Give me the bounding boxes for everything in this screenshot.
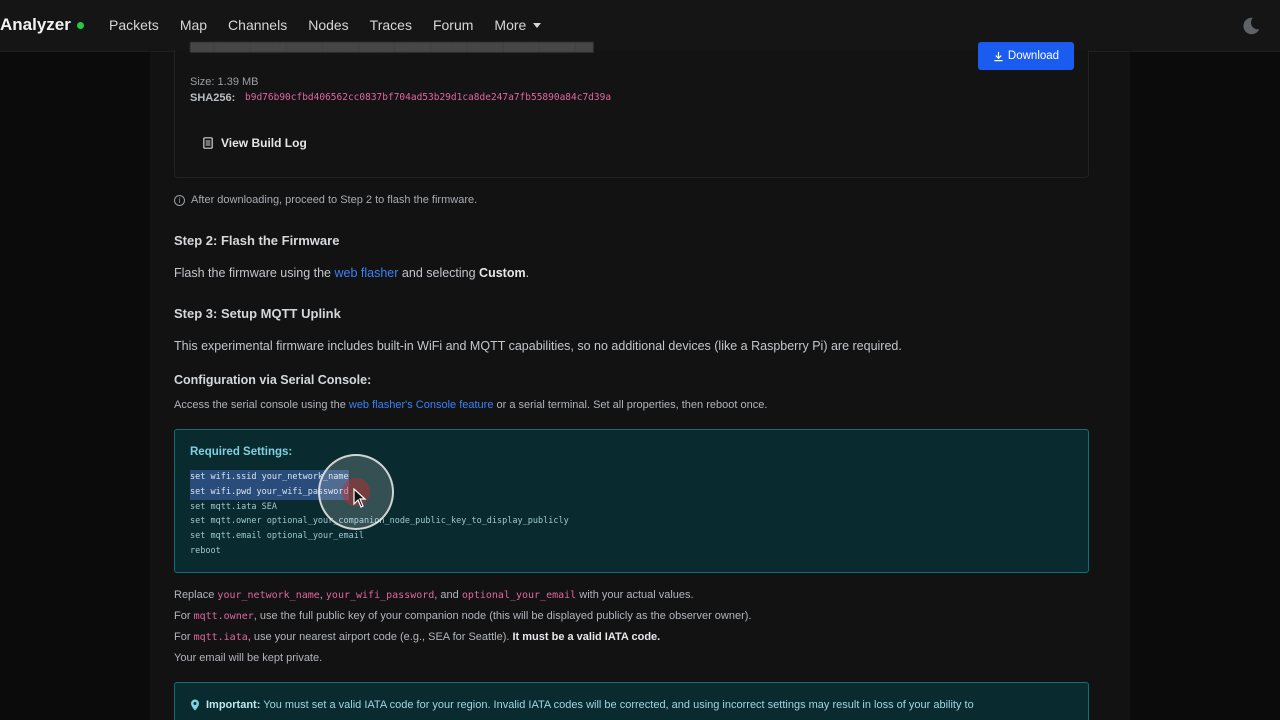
brand-name[interactable]: Analyzer [0, 15, 71, 35]
note-text: , use the full public key of your compan… [253, 610, 752, 622]
moon-icon[interactable] [1240, 15, 1262, 37]
code-line[interactable]: set mqtt.email optional_your_email [190, 529, 569, 544]
firmware-filename-partial: ▒▒▒▒▒▒▒▒▒▒▒▒▒▒▒▒▒▒▒▒▒▒▒▒▒▒▒▒▒▒▒▒▒▒▒▒▒▒▒▒… [190, 42, 594, 53]
note-text: with your actual values. [576, 589, 694, 601]
size-value: 1.39 MB [217, 76, 259, 88]
note-text: , use your nearest airport code (e.g., S… [247, 631, 513, 643]
mouse-pointer-icon [353, 488, 367, 508]
code-mqtt-iata: mqtt.iata [193, 632, 248, 643]
size-row: Size: 1.39 MB [190, 76, 259, 88]
console-feature-link[interactable]: web flasher's Console feature [349, 399, 494, 411]
required-settings-box: Required Settings: set wifi.ssid your_ne… [174, 429, 1089, 573]
config-text-before: Access the serial console using the [174, 399, 349, 411]
code-network-name: your_network_name [217, 590, 320, 601]
config-text: Access the serial console using the web … [174, 399, 767, 411]
code-email: optional_your_email [461, 590, 577, 601]
important-text: Important: You must set a valid IATA cod… [190, 699, 974, 711]
config-heading: Configuration via Serial Console: [174, 373, 372, 387]
important-alert: Important: You must set a valid IATA cod… [174, 682, 1089, 720]
nav-nodes[interactable]: Nodes [308, 17, 348, 33]
nav-forum[interactable]: Forum [433, 17, 473, 33]
code-mqtt-owner: mqtt.owner [193, 611, 254, 622]
status-dot-icon [76, 21, 84, 29]
brand[interactable]: Analyzer [0, 15, 84, 35]
nav-more-dropdown[interactable]: More [494, 17, 542, 33]
download-info-note: i After downloading, proceed to Step 2 t… [174, 194, 477, 206]
build-artifact-card: ▒▒▒▒▒▒▒▒▒▒▒▒▒▒▒▒▒▒▒▒▒▒▒▒▒▒▒▒▒▒▒▒▒▒▒▒▒▒▒▒… [174, 42, 1089, 178]
note-text: Replace [174, 589, 218, 601]
info-icon: i [174, 194, 185, 206]
download-button[interactable]: Download [978, 42, 1074, 70]
iata-note: For mqtt.iata, use your nearest airport … [174, 631, 660, 643]
nav-map[interactable]: Map [180, 17, 207, 33]
step2-text-before: Flash the firmware using the [174, 266, 335, 280]
note-text: , and [434, 589, 462, 601]
step2-text-middle: and selecting [398, 266, 480, 280]
code-line[interactable]: reboot [190, 544, 569, 559]
code-wifi-password: your_wifi_password [325, 590, 435, 601]
note-text: For [174, 610, 194, 622]
owner-note: For mqtt.owner, use the full public key … [174, 610, 752, 622]
size-label: Size: [190, 76, 215, 88]
page-content: ▒▒▒▒▒▒▒▒▒▒▒▒▒▒▒▒▒▒▒▒▒▒▒▒▒▒▒▒▒▒▒▒▒▒▒▒▒▒▒▒… [150, 42, 1130, 720]
important-body: You must set a valid IATA code for your … [260, 699, 974, 711]
download-icon [994, 51, 1003, 61]
sha-value: b9d76b90cfbd406562cc0837bf704ad53b29d1ca… [245, 92, 612, 103]
required-settings-title: Required Settings: [190, 446, 293, 458]
sha-label: SHA256: [190, 92, 236, 104]
nav-packets[interactable]: Packets [109, 17, 159, 33]
step2-custom: Custom [479, 266, 526, 280]
nav-channels[interactable]: Channels [228, 17, 287, 33]
note-text: For [174, 631, 194, 643]
step2-text: Flash the firmware using the web flasher… [174, 266, 529, 280]
build-log-label: View Build Log [221, 136, 307, 150]
map-pin-icon [191, 699, 199, 711]
iata-warning-strong: It must be a valid IATA code. [512, 631, 661, 643]
step2-text-after: . [525, 266, 530, 280]
nav-links: Packets Map Channels Nodes Traces Forum … [109, 17, 562, 33]
nav-traces[interactable]: Traces [370, 17, 412, 33]
download-label: Download [1007, 50, 1060, 62]
step3-text: This experimental firmware includes buil… [174, 339, 902, 353]
config-text-after: or a serial terminal. Set all properties… [493, 399, 768, 411]
chevron-down-icon [533, 22, 542, 28]
nav-more-label: More [494, 17, 527, 33]
web-flasher-link[interactable]: web flasher [335, 266, 399, 280]
view-build-log-button[interactable]: View Build Log [203, 136, 307, 150]
important-label: Important: [206, 699, 261, 711]
step3-heading: Step 3: Setup MQTT Uplink [174, 306, 341, 321]
replace-note: Replace your_network_name, your_wifi_pas… [174, 589, 694, 601]
step2-heading: Step 2: Flash the Firmware [174, 233, 340, 248]
email-note: Your email will be kept private. [174, 652, 323, 664]
document-icon [203, 137, 213, 149]
info-note-text: After downloading, proceed to Step 2 to … [191, 194, 478, 206]
